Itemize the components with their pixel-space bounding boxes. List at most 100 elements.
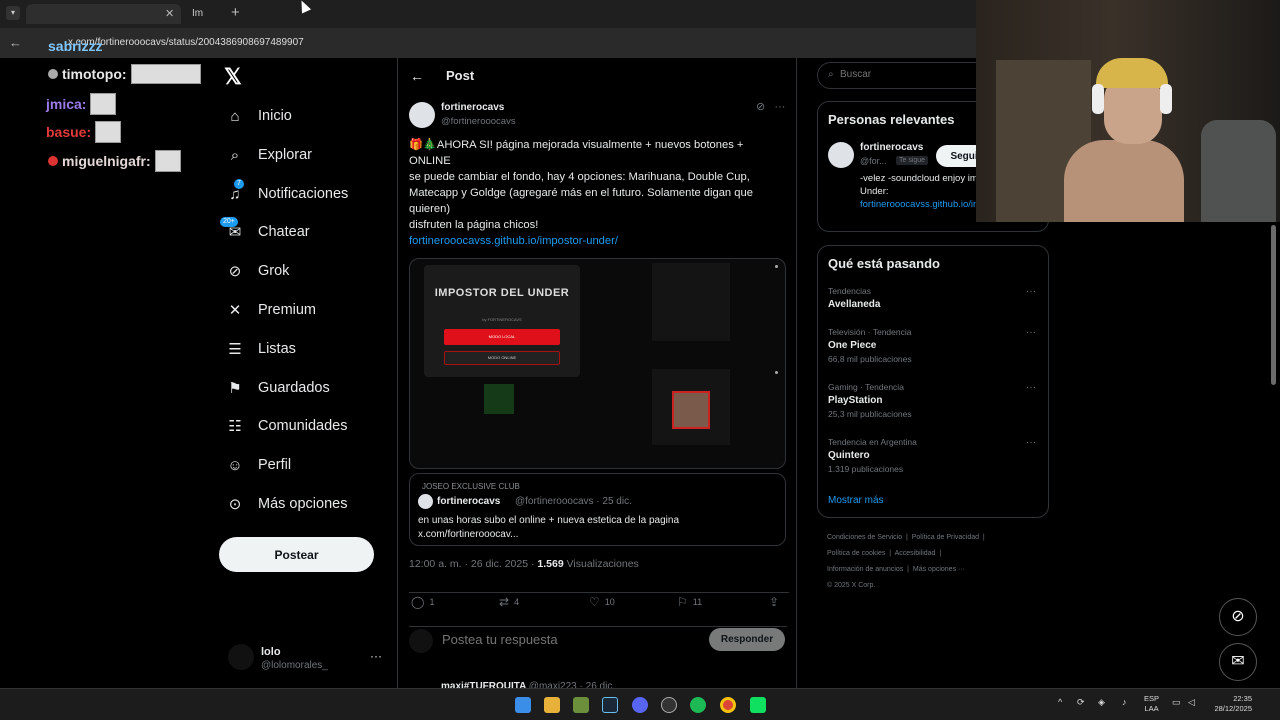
quoted-post[interactable]: JOSEO EXCLUSIVE CLUB fortinerocavs @fort… <box>409 473 786 546</box>
sidebar-item-notificaciones[interactable]: ♫ 7 Notificaciones <box>226 179 348 209</box>
footer-link[interactable]: Política de Privacidad <box>912 534 979 541</box>
chat-user: basue: <box>46 124 92 140</box>
grok-icon: ⊘ <box>228 263 242 280</box>
media-image[interactable] <box>652 263 730 341</box>
sidebar-item-chatear[interactable]: ✉ 20+ Chatear <box>220 217 310 247</box>
author-name[interactable]: fortinerocavs <box>441 102 504 113</box>
reply-input[interactable] <box>442 632 692 647</box>
more-dots-icon[interactable]: ··· <box>1026 286 1036 297</box>
post-link[interactable]: fortinerooocavss.github.io/impostor-unde… <box>409 233 779 249</box>
tab-active[interactable] <box>26 4 181 24</box>
main-column: ← Post fortinerocavs @fortinerooocavs ⊘ … <box>397 58 797 698</box>
relevant-name[interactable]: fortinerocavs <box>860 142 923 153</box>
back-arrow-icon[interactable]: ← <box>410 68 424 84</box>
x-logo-icon[interactable]: 𝕏 <box>224 64 242 90</box>
show-more-link[interactable]: Mostrar más <box>828 495 884 506</box>
sidebar-item-mas-opciones[interactable]: ⊙ Más opciones <box>226 489 348 519</box>
like-action[interactable]: ♡ 10 <box>589 595 615 609</box>
chevron-up-icon[interactable]: ^ <box>1058 697 1062 707</box>
clock-date: 28/12/2025 <box>1214 704 1252 713</box>
file-explorer-icon[interactable] <box>544 697 560 713</box>
post-time: 12:00 a. m. · 26 dic. 2025 · <box>409 558 538 570</box>
sidebar-item-premium[interactable]: ✕ Premium <box>226 295 316 325</box>
bookmark-icon: ⚐ <box>677 595 688 609</box>
kick-icon[interactable] <box>750 697 766 713</box>
sidebar-item-perfil[interactable]: ☺ Perfil <box>226 450 291 480</box>
footer-link[interactable]: Más opciones ··· <box>913 566 965 573</box>
sidebar-item-label: Grok <box>258 263 290 279</box>
messages-icon[interactable]: ✉ <box>1219 643 1257 681</box>
trend-category: Televisión · Tendencia <box>828 327 912 337</box>
network-icon[interactable]: ▭ <box>1172 697 1181 708</box>
repost-count: 4 <box>514 597 520 607</box>
discord-icon[interactable] <box>632 697 648 713</box>
windows-start-icon[interactable] <box>515 697 531 713</box>
avatar[interactable] <box>409 102 435 128</box>
bookmark-count: 11 <box>692 597 703 607</box>
reply-button[interactable]: Responder <box>709 628 785 651</box>
browser-back-icon[interactable]: ← <box>9 35 22 50</box>
people-icon: ☷ <box>228 418 242 435</box>
footer-link[interactable]: Accesibilidad <box>895 550 936 557</box>
sidebar-item-guardados[interactable]: ⚑ Guardados <box>226 373 330 403</box>
sidebar-item-explorar[interactable]: ⌕ Explorar <box>226 140 312 170</box>
volume-icon[interactable]: ◁ <box>1188 697 1195 708</box>
grok-icon[interactable]: ⊘ <box>1219 598 1257 636</box>
footer-link[interactable]: Condiciones de Servicio <box>827 534 902 541</box>
sidebar-item-label: Chatear <box>258 224 310 240</box>
sync-icon[interactable]: ⟳ <box>1077 697 1085 708</box>
spotify-icon[interactable] <box>690 697 706 713</box>
trend-item[interactable]: Gaming · Tendencia PlayStation 25,3 mil … <box>828 382 1038 419</box>
system-clock[interactable]: 22:35 28/12/2025 <box>1206 694 1252 714</box>
footer-link[interactable]: Política de cookies <box>827 550 885 557</box>
chat-badge-icon <box>48 156 58 166</box>
footer-link[interactable]: Información de anuncios <box>827 566 903 573</box>
more-dots-icon[interactable]: ··· <box>1026 327 1036 338</box>
more-dots-icon[interactable]: ··· <box>1026 437 1036 448</box>
microphone-icon[interactable]: ♪ <box>1122 697 1127 707</box>
page-scrollbar[interactable] <box>1271 225 1276 385</box>
shield-icon[interactable]: ◈ <box>1098 697 1105 708</box>
media-image[interactable]: IMPOSTOR DEL UNDER by FORTINEROCAVS MODO… <box>424 265 580 377</box>
trend-item[interactable]: Tendencia en Argentina Quintero 1.319 pu… <box>828 437 1038 474</box>
sidebar-item-comunidades[interactable]: ☷ Comunidades <box>226 411 347 441</box>
media-image[interactable] <box>652 369 730 445</box>
trends-card: Qué está pasando Tendencias Avellaneda ·… <box>817 245 1049 518</box>
new-tab-button[interactable]: + <box>231 4 240 21</box>
account-switcher[interactable]: lolo @lolomorales_ ··· <box>228 644 386 674</box>
repost-action[interactable]: ⇄ 4 <box>499 595 519 609</box>
author-handle[interactable]: @fortinerooocavs <box>441 116 516 127</box>
trend-name: Quintero <box>828 450 870 461</box>
chat-line: miguelnigafr: <box>48 150 181 172</box>
avatar <box>228 644 254 670</box>
steam-icon[interactable] <box>602 697 618 713</box>
obs-icon[interactable] <box>661 697 677 713</box>
post-button[interactable]: Postear <box>219 537 374 572</box>
share-action[interactable]: ⇪ <box>769 595 779 609</box>
card-title: Personas relevantes <box>828 112 955 127</box>
tab-list-button[interactable]: ▾ <box>6 6 20 20</box>
webcam-overlay <box>976 0 1280 222</box>
bookmark-action[interactable]: ⚐ 11 <box>677 595 702 609</box>
reply-action[interactable]: ◯ 1 <box>411 595 434 609</box>
grok-icon[interactable]: ⊘ <box>756 101 765 113</box>
tab-close-icon[interactable]: ✕ <box>165 7 174 20</box>
app-icon[interactable] <box>573 697 589 713</box>
chrome-icon[interactable] <box>720 697 736 713</box>
more-dots-icon[interactable]: ··· <box>370 649 382 663</box>
avatar[interactable] <box>828 142 854 168</box>
sidebar-item-grok[interactable]: ⊘ Grok <box>226 256 290 286</box>
sidebar-item-label: Guardados <box>258 380 330 396</box>
language-indicator[interactable]: ESP LAA <box>1144 694 1159 714</box>
tab-inactive[interactable]: Im <box>186 4 224 24</box>
sidebar-item-inicio[interactable]: ⌂ Inicio <box>226 101 291 131</box>
trend-item[interactable]: Televisión · Tendencia One Piece 66,8 mi… <box>828 327 1038 364</box>
tab-title: Im <box>192 8 204 19</box>
more-dots-icon[interactable]: ··· <box>774 101 785 113</box>
more-icon: ⊙ <box>228 496 242 513</box>
trend-item[interactable]: Tendencias Avellaneda <box>828 286 1038 310</box>
post-media-grid[interactable]: IMPOSTOR DEL UNDER by FORTINEROCAVS MODO… <box>409 258 786 469</box>
more-dots-icon[interactable]: ··· <box>1026 382 1036 393</box>
sidebar-item-listas[interactable]: ☰ Listas <box>226 334 296 364</box>
media-image[interactable] <box>484 384 514 414</box>
